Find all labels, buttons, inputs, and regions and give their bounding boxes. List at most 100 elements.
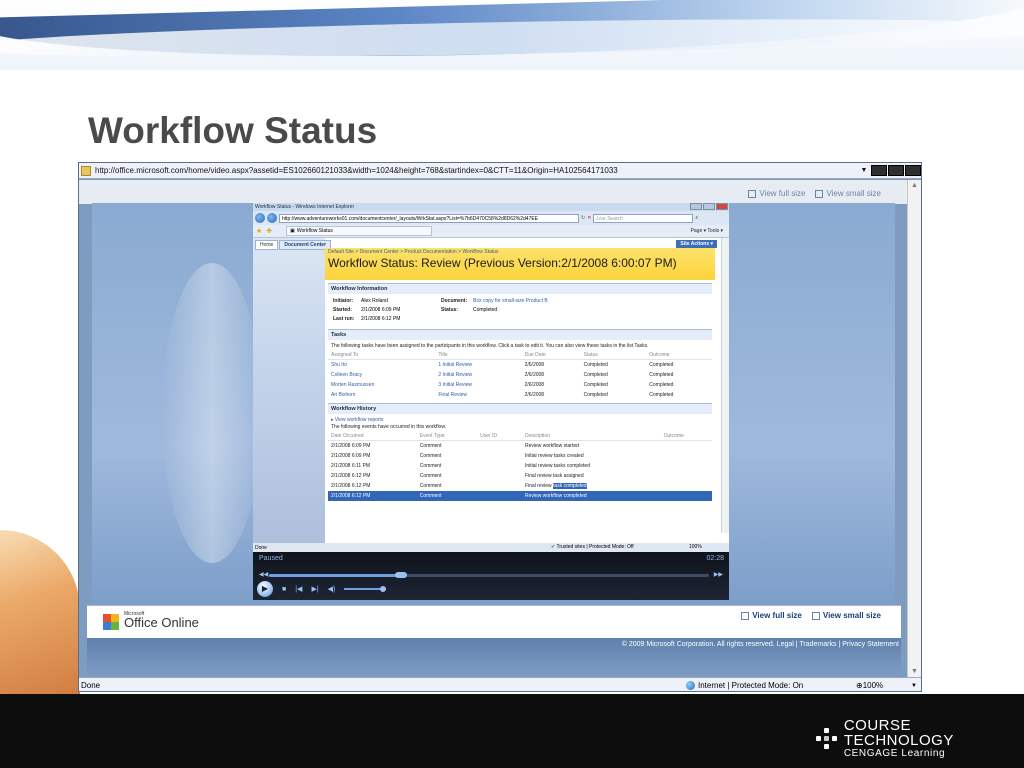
volume-handle[interactable] — [380, 586, 387, 592]
next-icon[interactable]: ▶| — [311, 585, 318, 593]
column-header[interactable]: Date Occurred — [328, 432, 417, 441]
page-icon — [81, 165, 91, 176]
rewind-icon[interactable]: ◀◀ — [259, 571, 268, 578]
stop-button[interactable]: ■ — [282, 586, 286, 593]
page-tools-menu[interactable]: Page ▾ Tools ▾ — [691, 228, 723, 234]
window-controls — [871, 165, 921, 176]
initiator-label: Initiator: — [333, 298, 353, 304]
close-button[interactable] — [905, 165, 921, 176]
maximize-button[interactable] — [888, 165, 904, 176]
outer-address-bar[interactable]: http://office.microsoft.com/home/video.a… — [79, 163, 921, 179]
assigned-to[interactable]: Shu Ito — [328, 360, 435, 371]
seek-bar[interactable] — [269, 572, 709, 578]
task-outcome: Completed — [649, 392, 674, 398]
task-title[interactable]: 3 Initial Review — [435, 380, 521, 390]
inner-minimize-button[interactable] — [690, 203, 702, 210]
table-row[interactable]: Colleen Bracy 2 Initial Review 2/6/2008 Com… — [328, 370, 712, 380]
inner-browser-window: Workflow Status - Windows Internet Explo… — [253, 203, 729, 600]
page-header: Default Site > Document Center > Product… — [325, 248, 715, 280]
tab-page-icon: ▣ — [290, 228, 295, 234]
assigned-to[interactable]: Morten Rasmussen — [328, 380, 435, 390]
course-technology-logo: COURSE TECHNOLOGY CENGAGE Learning — [816, 718, 1024, 759]
fast-forward-icon[interactable]: ▶▶ — [714, 571, 723, 578]
inner-command-bar: ★ ✚ ▣ Workflow Status Page ▾ Tools ▾ — [253, 225, 729, 238]
event-outcome — [661, 451, 712, 461]
forward-icon[interactable] — [267, 213, 277, 223]
office-logo-icon — [103, 614, 119, 630]
table-row[interactable]: Morten Rasmussen 3 Initial Review 2/6/2008… — [328, 380, 712, 390]
column-header[interactable]: Title — [435, 351, 522, 360]
tab-document-center[interactable]: Document Center — [279, 240, 332, 250]
outer-zone[interactable]: Internet | Protected Mode: On — [686, 681, 856, 690]
column-header[interactable]: Outcome — [660, 432, 712, 441]
zoom-dropdown-icon[interactable]: ▼ — [911, 683, 921, 689]
assigned-to[interactable]: Colleen Bracy — [328, 370, 435, 380]
column-header[interactable]: User ID — [477, 432, 522, 441]
table-row[interactable]: Shu Ito 1 Initial Review 2/6/2008 Completed… — [328, 360, 712, 371]
site-actions-button[interactable]: Site Actions ▾ — [676, 240, 717, 248]
address-dropdown-icon[interactable]: ▼ — [859, 167, 869, 174]
view-small-size-link[interactable]: View small size — [811, 611, 881, 620]
back-icon[interactable] — [255, 213, 265, 223]
event-description: Final review task assigned — [524, 473, 584, 479]
small-size-icon — [815, 189, 824, 198]
column-header[interactable]: Due Date — [521, 351, 581, 360]
column-header[interactable]: Assigned To — [328, 351, 436, 360]
due-date: 2/6/2008 — [524, 362, 545, 368]
inner-maximize-button[interactable] — [703, 203, 715, 210]
task-title[interactable]: 1 Initial Review — [435, 360, 521, 371]
video-player: Paused 02:28 ◀◀ ▶▶ ▶ ■ |◀ ▶| ◀) — [253, 552, 729, 600]
player-state: Paused — [259, 555, 283, 562]
column-header[interactable]: Event Type — [416, 432, 478, 441]
stop-icon[interactable]: ✕ — [587, 215, 591, 221]
task-title[interactable]: 2 Initial Review — [435, 370, 521, 380]
zoom-icon: ⊕ — [856, 681, 863, 690]
seek-handle[interactable] — [395, 572, 407, 578]
event-outcome — [661, 441, 712, 452]
office-online-logo[interactable]: Microsoft Office Online — [103, 611, 199, 630]
outer-url[interactable]: http://office.microsoft.com/home/video.a… — [95, 166, 859, 175]
breadcrumb[interactable]: Default Site > Document Center > Product… — [328, 249, 712, 255]
volume-icon[interactable]: ◀) — [328, 585, 336, 593]
volume-slider[interactable] — [344, 586, 387, 592]
inner-zoom[interactable]: 100% — [689, 544, 702, 550]
outer-zoom[interactable]: ⊕100% — [856, 681, 911, 690]
microsoft-wordmark: Microsoft — [124, 611, 145, 617]
view-full-size-link[interactable]: View full size — [748, 189, 805, 198]
browser-tab[interactable]: ▣ Workflow Status — [286, 226, 433, 236]
add-favorites-icon[interactable]: ✚ — [266, 227, 272, 235]
workflow-history-section: Workflow History ▸ View workflow reports… — [328, 403, 712, 501]
inner-close-button[interactable] — [716, 203, 728, 210]
column-header[interactable]: Status — [580, 351, 647, 360]
table-row[interactable]: Ari Bixhorn Final Review 2/6/2008 Completed… — [328, 390, 712, 400]
view-full-size-link[interactable]: View full size — [741, 611, 802, 620]
document-link[interactable]: Box copy for small-size Product B — [473, 298, 593, 304]
tab-home[interactable]: Home — [255, 240, 279, 250]
search-icon[interactable]: ⌕ — [695, 215, 698, 221]
outer-scrollbar[interactable]: ▲ ▼ — [907, 180, 921, 677]
user-id — [477, 441, 522, 452]
previous-icon[interactable]: |◀ — [295, 585, 302, 593]
initiator-value: Alex Roland — [361, 298, 388, 304]
date-occurred: 2/1/2008 6:09 PM — [331, 443, 371, 449]
refresh-icon[interactable]: ↻ — [581, 215, 585, 221]
inner-scrollbar[interactable] — [721, 238, 729, 533]
column-header[interactable]: Outcome — [646, 351, 712, 360]
scroll-up-icon[interactable]: ▲ — [911, 182, 918, 189]
event-outcome — [661, 461, 712, 471]
inner-url[interactable]: http://www.adventureworks01.com/document… — [279, 213, 579, 223]
favorites-icon[interactable]: ★ — [256, 227, 262, 235]
view-small-size-link[interactable]: View small size — [815, 189, 881, 198]
column-header[interactable]: Description — [521, 432, 661, 441]
scroll-down-icon[interactable]: ▼ — [911, 668, 918, 675]
event-description: Initial review tasks created — [524, 453, 584, 459]
minimize-button[interactable] — [871, 165, 887, 176]
view-workflow-reports-link[interactable]: ▸ View workflow reports — [331, 417, 383, 423]
user-id — [477, 481, 522, 491]
assigned-to[interactable]: Ari Bixhorn — [328, 390, 435, 400]
live-search-input[interactable]: Live Search — [593, 213, 694, 223]
player-time: 02:28 — [706, 555, 724, 562]
play-button[interactable]: ▶ — [257, 581, 273, 597]
player-controls: ▶ ■ |◀ ▶| ◀) — [257, 581, 387, 597]
task-title[interactable]: Final Review — [435, 390, 521, 400]
